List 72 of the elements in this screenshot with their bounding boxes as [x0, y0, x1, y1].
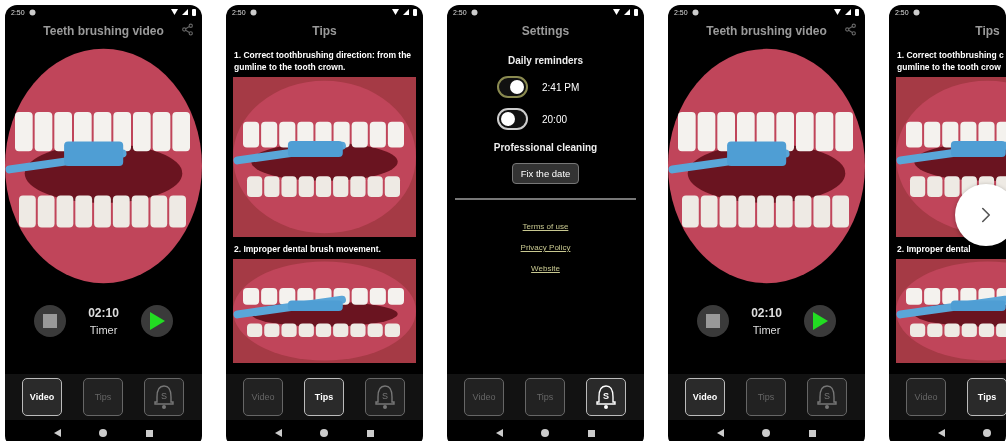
timer-label: Timer [89, 324, 118, 336]
screen-title: Teeth brushing video [706, 24, 827, 38]
timer-label: Timer [752, 324, 781, 336]
stop-icon [706, 314, 721, 328]
reminder-time: 2:41 PM [542, 81, 580, 93]
tip-text: 2. Improper dental [897, 243, 972, 255]
back-icon[interactable] [54, 429, 62, 437]
wifi-icon [171, 9, 178, 15]
nav-tab[interactable]: Tips [304, 378, 344, 416]
status-app-icon [912, 8, 920, 16]
screen-title: Teeth brushing video [43, 24, 164, 38]
stop-icon [43, 314, 58, 328]
recents-icon[interactable] [145, 429, 153, 437]
section-heading: Daily reminders [506, 55, 584, 66]
tip-text: 2. Improper dental brush movement. [234, 243, 382, 255]
recents-icon[interactable] [808, 429, 816, 437]
share-button[interactable] [844, 23, 857, 36]
fix-date-button[interactable]: Fix the date [511, 163, 580, 184]
tip-text: 1. Correct toothbrushing c gumline to the tooth crow [897, 49, 1005, 73]
share-button[interactable] [181, 23, 194, 36]
wifi-icon [392, 9, 399, 15]
recents-icon[interactable] [366, 429, 374, 437]
status-app-icon [249, 8, 257, 16]
home-icon[interactable] [762, 429, 771, 437]
footer-link[interactable]: Privacy Policy [520, 243, 571, 252]
footer-link[interactable]: Website [531, 264, 560, 273]
home-icon[interactable] [99, 429, 108, 437]
signal-icon [845, 9, 851, 15]
nav-tab[interactable]: Video [22, 378, 62, 416]
footer-link[interactable]: Terms of use [522, 222, 569, 231]
back-icon[interactable] [717, 429, 725, 437]
tip-text: 1. Correct toothbrushing direction: from the gumline to the tooth crown. [234, 49, 413, 73]
wifi-icon [834, 9, 841, 15]
play-icon [811, 312, 828, 330]
back-icon[interactable] [275, 429, 283, 437]
signal-icon [624, 9, 630, 15]
home-icon[interactable] [983, 429, 992, 437]
home-icon[interactable] [541, 429, 550, 437]
reminders-tab[interactable]: S [144, 378, 184, 416]
home-icon[interactable] [320, 429, 329, 437]
play-button[interactable] [140, 305, 173, 337]
screen-title: Tips [312, 24, 337, 38]
reminders-tab[interactable]: S [586, 378, 626, 416]
timer-value: 02:10 [751, 306, 782, 320]
screen-title: Settings [521, 24, 570, 38]
battery-icon [192, 8, 196, 16]
timer-value: 02:10 [88, 306, 119, 320]
reminders-tab[interactable]: S [365, 378, 405, 416]
back-icon[interactable] [938, 429, 946, 437]
battery-icon [634, 8, 638, 16]
signal-icon [403, 9, 409, 15]
reminders-tab[interactable]: S [807, 378, 847, 416]
stop-button[interactable] [697, 305, 730, 337]
status-app-icon [470, 8, 478, 16]
signal-icon [182, 9, 188, 15]
reminder-toggle[interactable] [497, 76, 528, 98]
play-button[interactable] [803, 305, 836, 337]
section-heading: Professional cleaning [492, 142, 599, 153]
wifi-icon [613, 9, 620, 15]
nav-tab[interactable]: Video [685, 378, 725, 416]
recents-icon[interactable] [587, 429, 595, 437]
screen-title: Tips [975, 24, 1000, 38]
nav-tab[interactable]: Tips [967, 378, 1006, 416]
battery-icon [413, 8, 417, 16]
play-icon [148, 312, 165, 330]
stop-button[interactable] [34, 305, 67, 337]
reminder-time: 20:00 [542, 113, 568, 125]
status-app-icon [28, 8, 36, 16]
status-app-icon [691, 8, 699, 16]
battery-icon [855, 8, 859, 16]
back-icon[interactable] [496, 429, 504, 437]
reminder-toggle[interactable] [497, 108, 528, 130]
